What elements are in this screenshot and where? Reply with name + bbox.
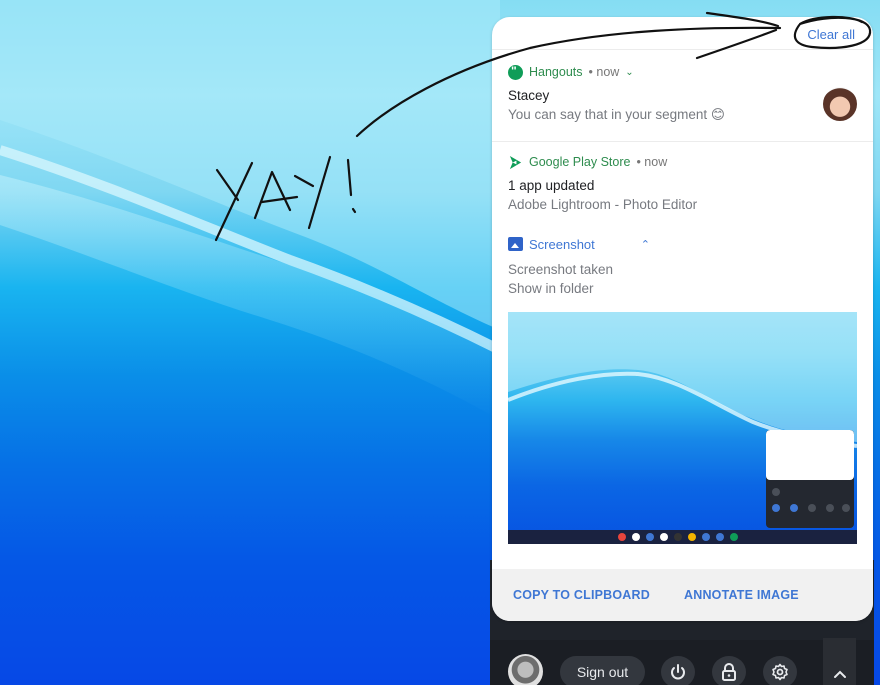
sign-out-button[interactable]: Sign out (560, 656, 645, 685)
clear-all-row: Clear all (492, 17, 873, 50)
preview-app-dot (730, 533, 738, 541)
lock-icon (722, 663, 736, 681)
notification-center: Clear all Hangouts • now ⌄ Stacey You ca… (492, 17, 873, 621)
chevron-up-icon (833, 670, 846, 678)
gear-icon (772, 663, 788, 681)
notification-screenshot[interactable]: Screenshot ⌃ Screenshot taken Show in fo… (492, 234, 873, 544)
notification-header: Hangouts • now ⌄ (508, 62, 857, 82)
settings-button[interactable] (763, 656, 797, 685)
play-store-icon (509, 155, 522, 169)
notification-title: Stacey (508, 88, 550, 103)
notification-body: You can say that in your segment 😊 (508, 107, 725, 122)
preview-tray-button (772, 488, 780, 496)
preview-app-dot (702, 533, 710, 541)
notification-actions: COPY TO CLIPBOARD ANNOTATE IMAGE (492, 569, 873, 621)
avatar (823, 87, 857, 121)
preview-tray-button (790, 504, 798, 512)
chevron-down-icon[interactable]: ⌄ (625, 67, 633, 78)
notification-title: Screenshot taken (508, 262, 614, 277)
app-name: Google Play Store (529, 155, 631, 169)
power-icon (671, 664, 685, 680)
notification-play-store[interactable]: Google Play Store • now 1 app updated Ad… (492, 142, 873, 234)
image-icon (508, 237, 523, 251)
app-name: Screenshot (529, 236, 595, 252)
clear-all-button[interactable]: Clear all (807, 27, 855, 42)
preview-tray-button (808, 504, 816, 512)
preview-tray-card (766, 430, 854, 480)
lock-button[interactable] (712, 656, 746, 685)
show-in-folder-link[interactable]: Show in folder (508, 281, 857, 296)
preview-tray-button (842, 504, 850, 512)
preview-tray-button (772, 504, 780, 512)
notification-title: 1 app updated (508, 178, 595, 193)
app-name: Hangouts (529, 65, 583, 79)
preview-shelf (508, 530, 857, 544)
preview-app-dot (674, 533, 682, 541)
notification-header: Screenshot ⌃ (508, 234, 857, 254)
user-avatar[interactable] (508, 654, 543, 685)
notification-hangouts[interactable]: Hangouts • now ⌄ Stacey You can say that… (492, 50, 873, 142)
hangouts-icon (508, 64, 523, 80)
copy-to-clipboard-button[interactable]: COPY TO CLIPBOARD (513, 588, 650, 602)
annotate-image-button[interactable]: ANNOTATE IMAGE (684, 588, 799, 602)
screenshot-preview[interactable] (508, 312, 857, 544)
preview-app-dot (688, 533, 696, 541)
preview-app-dot (716, 533, 724, 541)
preview-app-dot (660, 533, 668, 541)
preview-app-dot (632, 533, 640, 541)
preview-app-dot (646, 533, 654, 541)
preview-tray-button (826, 504, 834, 512)
system-tray-row: Sign out (490, 638, 880, 685)
timestamp: • now (636, 155, 668, 169)
preview-app-dot (618, 533, 626, 541)
preview-tray (766, 430, 854, 528)
notification-body: Adobe Lightroom - Photo Editor (508, 197, 698, 212)
expand-tray-button[interactable] (823, 638, 856, 685)
chevron-up-icon[interactable]: ⌃ (641, 238, 650, 251)
timestamp: • now (588, 65, 620, 79)
notification-header: Google Play Store • now (508, 152, 857, 172)
power-button[interactable] (661, 656, 695, 685)
